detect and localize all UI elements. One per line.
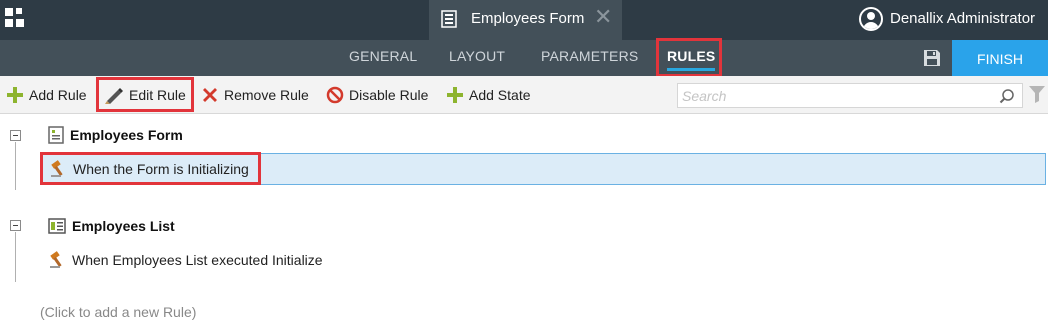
add-new-rule-hint[interactable]: (Click to add a new Rule) [40,304,196,320]
close-tab-icon[interactable]: ✕ [594,6,612,28]
list-view-icon [48,218,66,234]
collapse-group-toggle[interactable] [10,220,21,231]
group-employees-form: Employees Form [48,125,183,145]
group-employees-list: Employees List [48,216,175,236]
add-rule-label: Add Rule [29,87,87,103]
active-tab-indicator [667,68,716,71]
form-icon [48,126,64,144]
rule-row[interactable]: When Employees List executed Initialize [40,244,323,276]
finish-button[interactable]: FINISH [952,40,1048,76]
tab-parameters[interactable]: PARAMETERS [541,48,638,64]
top-bar: Employees Form ✕ Denallix Administrator [0,0,1048,40]
remove-rule-label: Remove Rule [224,87,309,103]
designer-nav-bar: GENERAL LAYOUT PARAMETERS RULES [0,40,1048,76]
edit-rule-label: Edit Rule [129,87,186,103]
group-title-label: Employees List [72,218,175,234]
gavel-icon [51,160,63,177]
disable-rule-label: Disable Rule [349,87,429,103]
disable-rule-button[interactable]: Disable Rule [326,84,428,106]
user-name: Denallix Administrator [890,10,1036,27]
add-state-button[interactable]: Add State [446,84,531,106]
document-tab[interactable]: Employees Form ✕ [429,0,622,40]
tab-rules-label: RULES [667,48,716,64]
rule-label: When the Form is Initializing [73,161,249,177]
add-rule-button[interactable]: Add Rule [6,84,87,106]
rule-label: When Employees List executed Initialize [72,252,323,268]
document-tab-title: Employees Form [471,10,585,27]
tree-line [15,142,16,190]
pencil-icon [105,88,123,104]
tab-layout[interactable]: LAYOUT [449,48,505,64]
rule-row[interactable]: When the Form is Initializing [40,153,1046,185]
user-avatar-icon [859,7,883,31]
save-icon[interactable] [922,48,942,68]
tree-line [15,232,16,282]
edit-rule-button[interactable]: Edit Rule [104,84,186,106]
group-title-label: Employees Form [70,127,183,143]
filter-icon[interactable] [1029,85,1045,103]
disable-icon [326,86,344,104]
remove-x-icon [203,88,217,102]
apps-grid-icon[interactable] [5,8,25,28]
tab-general[interactable]: GENERAL [349,48,417,64]
rules-search-box [677,83,1023,108]
search-input[interactable] [678,84,988,107]
remove-rule-button[interactable]: Remove Rule [201,84,309,106]
gavel-icon [50,251,62,268]
search-icon[interactable] [999,88,1015,104]
tab-rules[interactable]: RULES [667,48,716,71]
add-state-label: Add State [469,87,531,103]
form-icon [441,10,457,28]
plus-icon [7,87,23,103]
plus-icon [447,87,463,103]
collapse-group-toggle[interactable] [10,130,21,141]
rules-toolbar: Add Rule Edit Rule Remove Rule Disable R… [0,76,1048,114]
